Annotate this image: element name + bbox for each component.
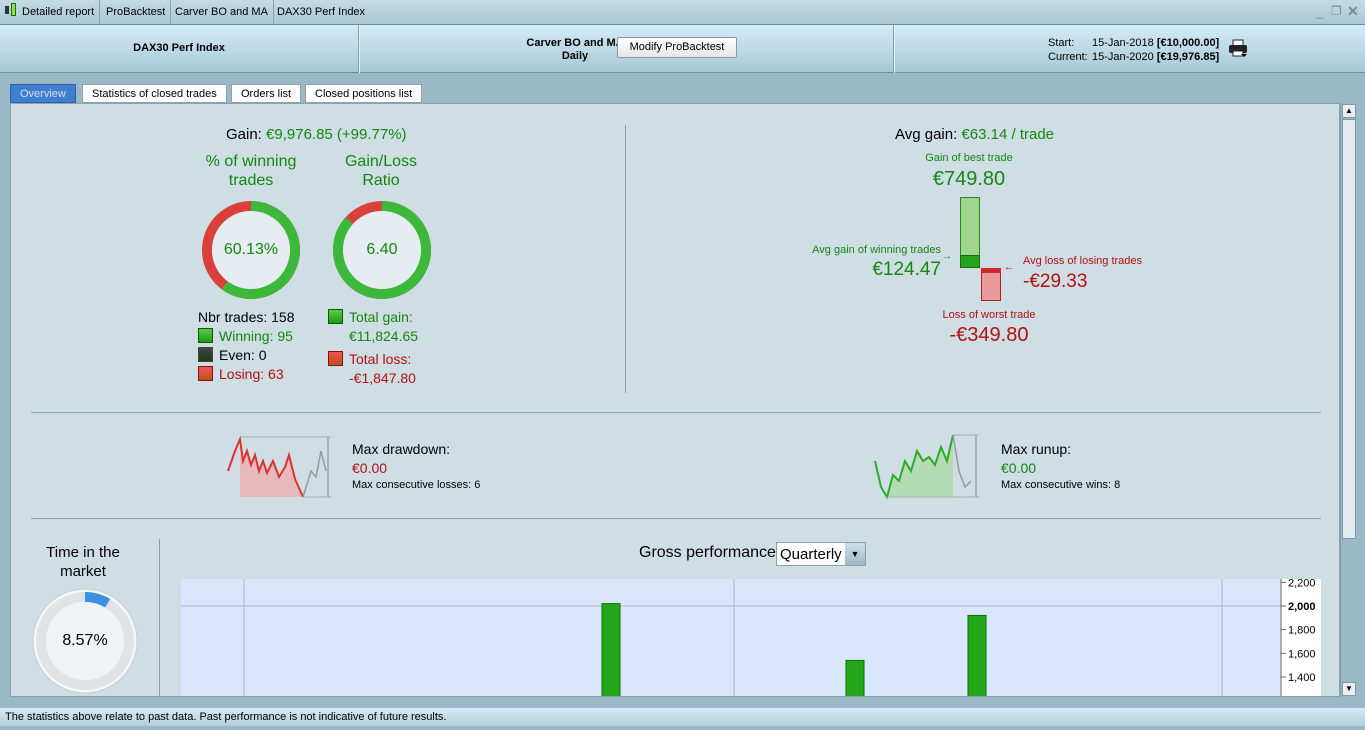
- tab-orders-list[interactable]: Orders list: [231, 84, 302, 103]
- period-dropdown[interactable]: Quarterly ▼: [776, 542, 866, 566]
- divider: [31, 518, 1321, 519]
- ratio-value: 6.40: [366, 241, 398, 258]
- avg-loss-label: Avg loss of losing trades: [1023, 255, 1143, 267]
- window-tab-detailed-report[interactable]: Detailed report: [0, 0, 101, 24]
- printer-icon[interactable]: [1228, 39, 1248, 59]
- drawdown-value: €0.00: [352, 460, 388, 476]
- start-label: Start:: [1048, 37, 1075, 49]
- tab-overview[interactable]: Overview: [10, 84, 76, 103]
- window-tab-probacktest[interactable]: ProBacktest: [101, 0, 172, 24]
- start-value: [€10,000.00]: [1156, 37, 1220, 49]
- avg-win-label: Avg gain of winning trades: [812, 244, 941, 256]
- divider: [358, 25, 360, 73]
- worst-trade-value: -€349.80: [949, 324, 1029, 346]
- scroll-down-button[interactable]: ▼: [1342, 682, 1356, 696]
- tab-closed-positions-list[interactable]: Closed positions list: [305, 84, 423, 103]
- avg-gain-label: Avg gain:: [895, 126, 958, 143]
- plot-area: [181, 579, 1281, 696]
- window-tab-instrument[interactable]: DAX30 Perf Index: [272, 0, 370, 24]
- gain-value: €9,976.85 (+99.77%): [266, 126, 407, 143]
- minimize-icon[interactable]: _: [1316, 4, 1323, 19]
- total-gain-label: Total gain:: [349, 309, 413, 325]
- even-count: Even: 0: [219, 347, 267, 363]
- total-gain: €11,824.65: [349, 328, 419, 344]
- divider: [31, 412, 1321, 413]
- losing-legend-icon: [198, 366, 213, 381]
- consecutive-losses: Max consecutive losses: 6: [352, 479, 481, 491]
- avg-loss-bar: [981, 268, 1001, 273]
- performance-bar: [845, 659, 865, 696]
- y-tick-label: 1,800: [1288, 625, 1316, 637]
- winning-count: Winning: 95: [219, 328, 293, 344]
- best-trade-value: €749.80: [932, 168, 1006, 190]
- gross-performance-chart: 2,200 2,000 1,800 1,600 1,400: [181, 579, 1321, 696]
- current-date: 15-Jan-2020: [1092, 51, 1154, 63]
- total-gain-icon: [328, 309, 343, 324]
- avg-loss-value: -€29.33: [1023, 271, 1088, 292]
- arrow-right-icon: →: [942, 251, 952, 262]
- report-header: DAX30 Perf Index Carver BO and MA Daily …: [0, 25, 1365, 73]
- worst-trade-label: Loss of worst trade: [942, 309, 1036, 321]
- avg-gain-value: €63.14 / trade: [961, 126, 1055, 143]
- runup-value: €0.00: [1001, 460, 1037, 476]
- capital-info: Start: 15-Jan-2018 [€10,000.00] Current: 1…: [1048, 36, 1219, 64]
- winning-pct: 60.13%: [223, 241, 279, 258]
- arrow-left-icon: ←: [1004, 262, 1014, 273]
- status-bar: The statistics above relate to past data…: [0, 708, 1365, 726]
- candlestick-icon-body: [11, 3, 16, 16]
- window-title-bar: Detailed report ProBacktest Carver BO an…: [0, 0, 1365, 25]
- trade-counts: Nbr trades: 158 Winning: 95 Even: 0 Losi…: [198, 308, 295, 384]
- y-tick-label: 2,200: [1288, 579, 1316, 589]
- overview-panel: Gain: €9,976.85 (+99.77%) % of winning t…: [10, 103, 1340, 697]
- total-loss: -€1,847.80: [349, 370, 416, 386]
- window-tab-strategy[interactable]: Carver BO and MA: [170, 0, 274, 24]
- start-date: 15-Jan-2018: [1092, 37, 1154, 49]
- avg-gain-bar: [960, 255, 980, 268]
- runup-label: Max runup:: [1001, 441, 1072, 457]
- even-legend-icon: [198, 347, 213, 362]
- gain-label: Gain:: [226, 126, 262, 143]
- period-selected: Quarterly: [780, 546, 842, 563]
- ratio-title: Gain/Loss Ratio: [344, 153, 418, 189]
- total-loss-icon: [328, 351, 343, 366]
- restore-icon[interactable]: ❐: [1331, 4, 1342, 18]
- scroll-up-button[interactable]: ▲: [1342, 104, 1356, 118]
- instrument-name: DAX30 Perf Index: [133, 42, 225, 54]
- losing-count: Losing: 63: [219, 366, 284, 382]
- y-tick-label: 1,400: [1288, 672, 1316, 684]
- best-trade-label: Gain of best trade: [925, 152, 1013, 164]
- tab-label: Detailed report: [22, 6, 95, 18]
- avg-win-value: €124.47: [872, 259, 941, 280]
- divider: [625, 125, 626, 393]
- tab-statistics-closed-trades[interactable]: Statistics of closed trades: [82, 84, 227, 103]
- scroll-thumb[interactable]: [1342, 119, 1356, 539]
- runup-chart-icon: [874, 434, 979, 500]
- modify-probacktest-button[interactable]: Modify ProBacktest: [617, 37, 737, 58]
- y-tick-label: 2,000: [1288, 601, 1316, 613]
- winning-title: % of winning trades: [205, 153, 297, 189]
- vertical-scrollbar[interactable]: ▲ ▼: [1340, 103, 1356, 697]
- winning-legend-icon: [198, 328, 213, 343]
- drawdown-label: Max drawdown:: [352, 441, 451, 457]
- divider: [159, 539, 160, 696]
- total-loss-label: Total loss:: [349, 351, 412, 367]
- avg-gain: Avg gain: €63.14 / trade: [895, 126, 1054, 143]
- time-in-market-title: Time in the market: [46, 544, 120, 580]
- gross-performance-label: Gross performance: [639, 544, 776, 561]
- performance-bar: [601, 603, 621, 696]
- gain-loss-totals: Total gain: €11,824.65 Total loss: -€1,8…: [328, 308, 418, 388]
- chevron-down-icon[interactable]: ▼: [845, 543, 865, 565]
- candlestick-icon: [5, 6, 9, 14]
- y-tick-label: 1,600: [1288, 648, 1316, 660]
- current-label: Current:: [1048, 51, 1088, 63]
- consecutive-wins: Max consecutive wins: 8: [1001, 479, 1121, 491]
- nbr-trades: Nbr trades: 158: [198, 309, 295, 325]
- time-in-market-value: 8.57%: [62, 632, 108, 649]
- divider: [893, 25, 895, 73]
- drawdown-chart-icon: [227, 435, 331, 498]
- gain-summary: Gain: €9,976.85 (+99.77%): [226, 126, 407, 143]
- current-value: [€19,976.85]: [1156, 51, 1220, 63]
- performance-bar: [967, 614, 987, 696]
- close-icon[interactable]: ✕: [1347, 3, 1359, 20]
